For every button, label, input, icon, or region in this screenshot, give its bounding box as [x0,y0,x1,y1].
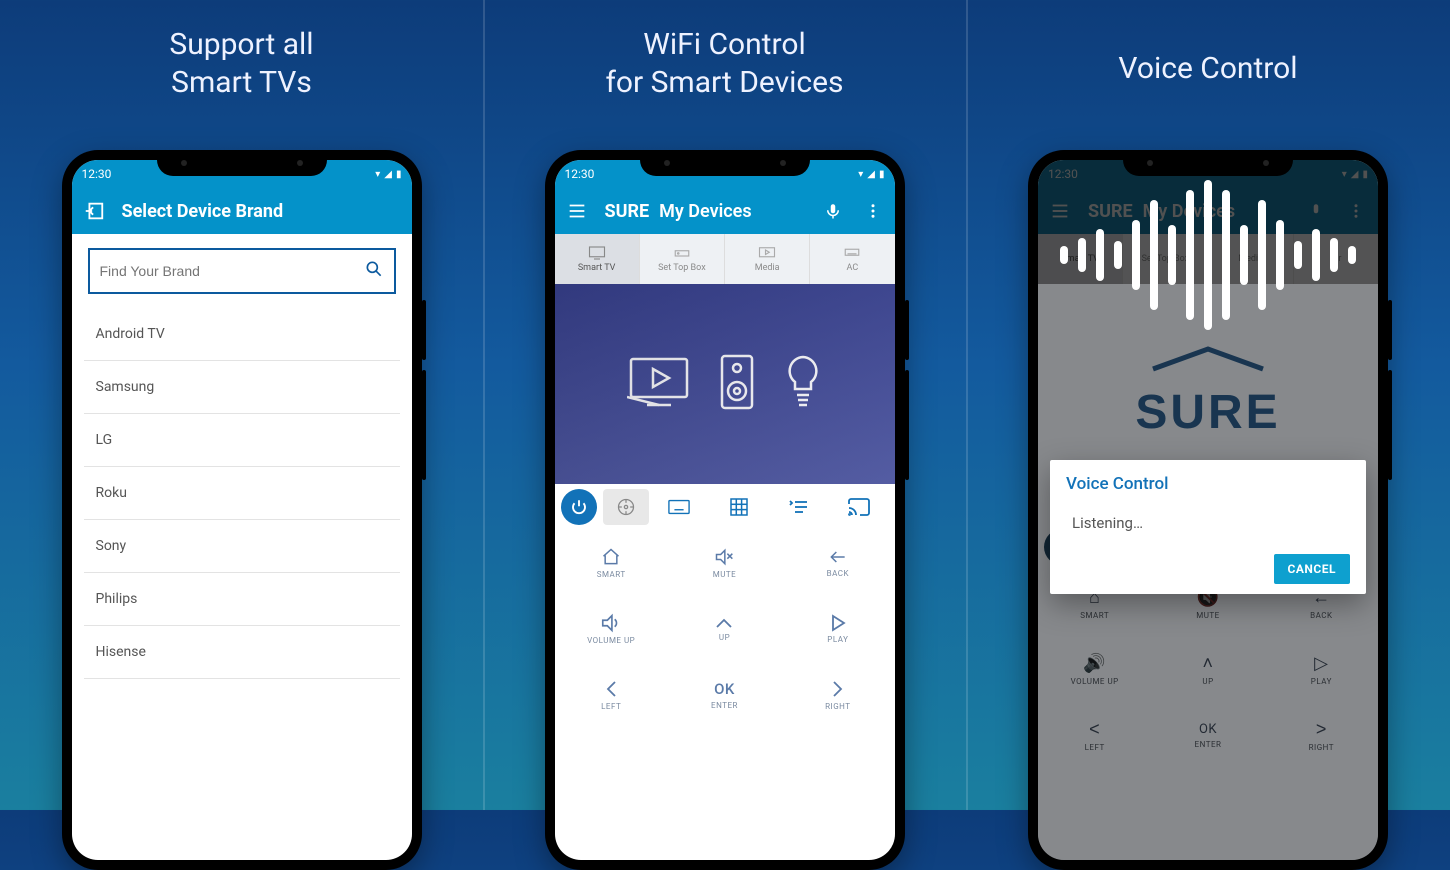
wifi-icon: ▾ [375,169,380,180]
button-label: RIGHT [825,702,850,711]
tab-label: AC [847,263,859,273]
cancel-button[interactable]: CANCEL [1274,554,1350,584]
status-time: 12:30 [82,167,112,181]
status-icons: ▾ ◢ ▮ [375,169,401,180]
battery-icon: ▮ [879,169,885,180]
app-bar: Select Device Brand [72,188,412,234]
dialog-title: Voice Control [1066,474,1350,494]
list-item[interactable]: Samsung [84,361,400,414]
phone-notch [1123,150,1293,176]
heading-line: WiFi Control [483,26,966,64]
panel-smart-tvs: Support all Smart TVs 12:30 ▾ ◢ ▮ Select… [0,0,483,810]
panel-heading: WiFi Control for Smart Devices [483,0,966,101]
tab-set-top-box[interactable]: Set Top Box [640,234,725,284]
hamburger-icon[interactable] [559,193,595,229]
power-button[interactable] [561,489,597,525]
grid-mode-button[interactable] [716,489,762,525]
button-label: MUTE [713,570,737,579]
speaker-icon [719,353,755,415]
back-button[interactable]: BACK [781,530,894,596]
tv-play-icon [627,355,691,413]
panel-heading: Support all Smart TVs [0,0,483,101]
mode-row [555,484,895,530]
waveform-icon [1060,180,1356,330]
wifi-icon: ▾ [858,169,863,180]
list-item[interactable]: Hisense [84,626,400,679]
tab-label: Smart TV [578,263,616,273]
left-button[interactable]: LEFT [555,662,668,728]
heading-line: Smart TVs [0,64,483,102]
heading-line: for Smart Devices [483,64,966,102]
list-item[interactable]: Roku [84,467,400,520]
signal-icon: ◢ [867,169,875,180]
panel-wifi-control: WiFi Control for Smart Devices 12:30 ▾ ◢… [483,0,966,810]
phone-mockup: 12:30 ▾ ◢ ▮ SURE My Devices [545,150,905,870]
keyboard-mode-button[interactable] [656,489,702,525]
status-time: 12:30 [565,167,595,181]
tab-ac[interactable]: AC [810,234,894,284]
list-item[interactable]: LG [84,414,400,467]
heading-line: Voice Control [966,50,1450,88]
phone-notch [640,150,810,176]
appbar-title: Select Device Brand [122,201,284,222]
battery-icon: ▮ [396,169,402,180]
app-name-label: SURE [605,201,650,222]
remote-button-grid: SMART MUTE BACK VOLUME UP UP [555,530,895,728]
search-input[interactable] [88,248,396,294]
search-field[interactable] [100,263,364,279]
category-tabs: Smart TV Set Top Box Media AC [555,234,895,284]
overflow-icon[interactable] [855,193,891,229]
volume-up-button[interactable]: VOLUME UP [555,596,668,662]
play-button[interactable]: PLAY [781,596,894,662]
phone-notch [157,150,327,176]
appbar-title: My Devices [659,201,751,222]
back-icon[interactable] [76,193,112,229]
dialog-status: Listening… [1066,514,1350,532]
button-label: SMART [597,570,626,579]
ok-icon: OK [714,680,735,698]
search-container [72,234,412,308]
tab-label: Media [755,263,780,273]
phone-screen: 12:30 ▾ ◢ ▮ SURE My Devices [555,160,895,860]
enter-button[interactable]: OK ENTER [668,662,781,728]
signal-icon: ◢ [384,169,392,180]
bulb-icon [783,353,823,415]
button-label: BACK [827,569,849,578]
button-label: ENTER [711,701,738,710]
brand-list: Android TV Samsung LG Roku Sony Philips … [72,308,412,679]
heading-line: Support all [0,26,483,64]
mic-icon[interactable] [815,193,851,229]
hero-image [555,284,895,484]
voice-control-dialog: Voice Control Listening… CANCEL [1050,460,1366,594]
list-item[interactable]: Philips [84,573,400,626]
app-bar: SURE My Devices [555,188,895,234]
tab-smart-tv[interactable]: Smart TV [555,234,640,284]
status-icons: ▾ ◢ ▮ [858,169,884,180]
phone-mockup: 12:30 ▾ ◢ ▮ Select Device Brand [62,150,422,870]
mute-button[interactable]: MUTE [668,530,781,596]
button-label: PLAY [827,635,848,644]
smart-button[interactable]: SMART [555,530,668,596]
right-button[interactable]: RIGHT [781,662,894,728]
tab-media[interactable]: Media [725,234,810,284]
list-mode-button[interactable] [776,489,822,525]
list-item[interactable]: Sony [84,520,400,573]
tab-label: Set Top Box [658,263,706,273]
dpad-mode-button[interactable] [603,489,649,525]
panel-heading: Voice Control [966,0,1450,88]
button-label: VOLUME UP [587,636,635,645]
button-label: LEFT [601,702,621,711]
search-icon[interactable] [364,259,384,283]
up-button[interactable]: UP [668,596,781,662]
button-label: UP [719,633,730,642]
list-item[interactable]: Android TV [84,308,400,361]
cast-mode-button[interactable] [836,489,882,525]
panel-voice-control: Voice Control 12:30 ▾◢▮ SURE My Devices [966,0,1450,810]
phone-screen: 12:30 ▾ ◢ ▮ Select Device Brand [72,160,412,860]
